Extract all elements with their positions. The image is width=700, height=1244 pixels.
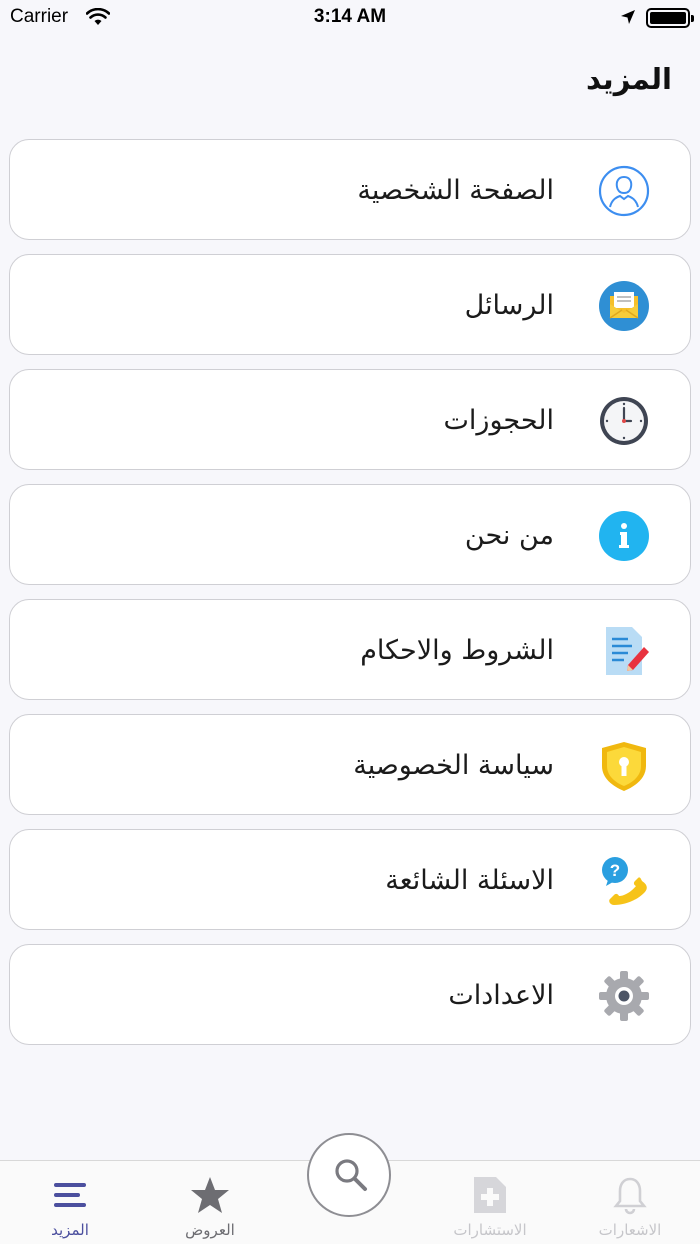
tab-label: العروض <box>185 1221 235 1239</box>
menu-item-messages[interactable]: الرسائل <box>9 254 691 355</box>
menu-item-label: الشروط والاحكام <box>360 635 554 666</box>
tab-consultations[interactable]: الاستشارات <box>420 1161 560 1244</box>
menu-item-settings[interactable]: الاعدادات <box>9 944 691 1045</box>
status-bar: Carrier 3:14 AM <box>0 0 700 36</box>
tab-offers[interactable]: العروض <box>140 1161 280 1244</box>
profile-icon <box>598 165 650 217</box>
clock-time: 3:14 AM <box>313 6 387 27</box>
bell-icon <box>610 1175 650 1215</box>
menu-item-label: الاسئلة الشائعة <box>385 865 554 896</box>
clock-icon <box>598 395 650 447</box>
menu-item-faq[interactable]: ? الاسئلة الشائعة <box>9 829 691 930</box>
more-menu-list: الصفحة الشخصية الرسائل الحجوزات من نحن ا… <box>9 139 691 1059</box>
menu-item-about-us[interactable]: من نحن <box>9 484 691 585</box>
gear-icon <box>598 970 650 1022</box>
info-icon <box>598 510 650 562</box>
menu-item-label: الاعدادات <box>448 980 554 1011</box>
menu-lines-icon <box>50 1175 90 1215</box>
menu-item-profile[interactable]: الصفحة الشخصية <box>9 139 691 240</box>
menu-item-label: سياسة الخصوصية <box>353 750 554 781</box>
phone-question-icon: ? <box>598 855 650 907</box>
shield-lock-icon <box>598 740 650 792</box>
star-icon <box>190 1175 230 1215</box>
menu-item-terms[interactable]: الشروط والاحكام <box>9 599 691 700</box>
search-icon <box>335 1159 367 1191</box>
tab-label: الاشعارات <box>598 1221 662 1239</box>
envelope-icon <box>598 280 650 332</box>
tab-more[interactable]: المزيد <box>0 1161 140 1244</box>
menu-item-privacy-policy[interactable]: سياسة الخصوصية <box>9 714 691 815</box>
tab-label: المزيد <box>51 1221 89 1239</box>
location-arrow-icon <box>620 9 636 30</box>
menu-item-label: الحجوزات <box>443 405 555 436</box>
svg-text:?: ? <box>610 861 620 880</box>
battery-icon <box>646 8 694 28</box>
search-button[interactable] <box>307 1133 391 1217</box>
menu-item-label: الرسائل <box>464 290 554 321</box>
medical-file-icon <box>470 1175 510 1215</box>
tab-label: الاستشارات <box>453 1221 527 1239</box>
menu-item-label: من نحن <box>464 520 554 551</box>
menu-item-label: الصفحة الشخصية <box>357 175 554 206</box>
tab-notifications[interactable]: الاشعارات <box>560 1161 700 1244</box>
document-edit-icon <box>598 625 650 677</box>
menu-item-bookings[interactable]: الحجوزات <box>9 369 691 470</box>
page-title: المزيد <box>586 62 672 96</box>
